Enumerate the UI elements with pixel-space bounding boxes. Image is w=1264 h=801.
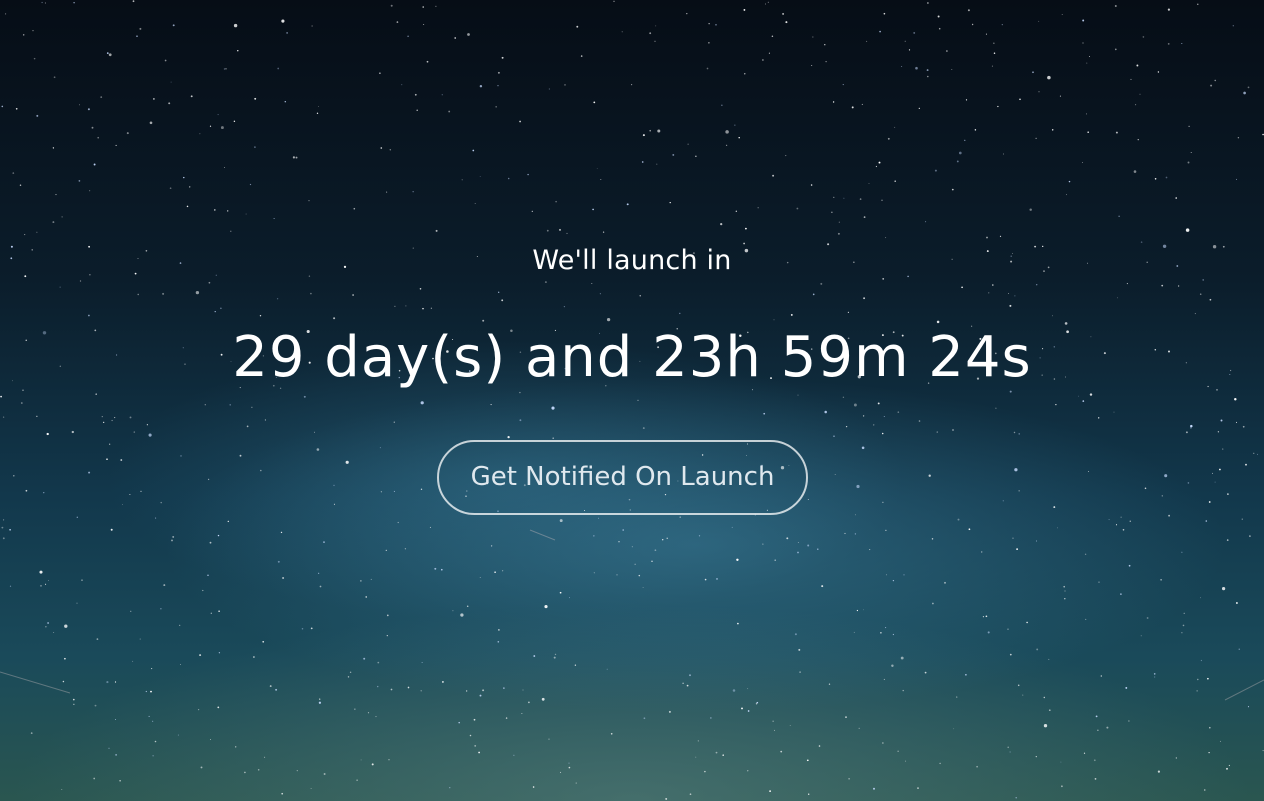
countdown-timer: 29 day(s) and 23h 59m 24s	[232, 325, 1032, 390]
launch-subtitle: We'll launch in	[532, 245, 732, 276]
get-notified-button[interactable]: Get Notified On Launch	[437, 440, 808, 515]
launch-countdown-section: We'll launch in 29 day(s) and 23h 59m 24…	[0, 0, 1264, 801]
